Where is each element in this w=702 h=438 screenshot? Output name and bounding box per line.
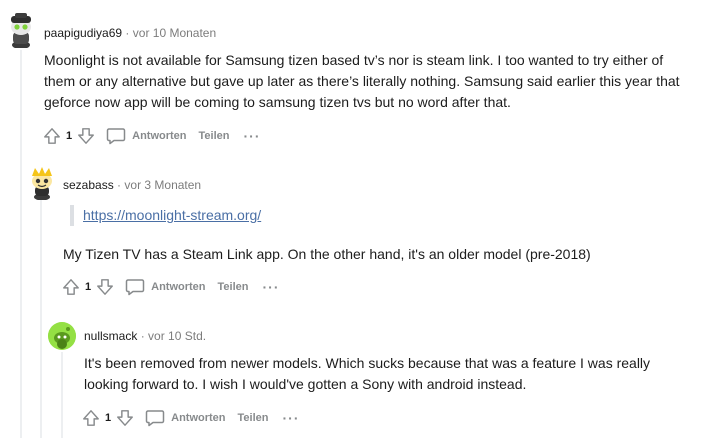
upvote-button[interactable] [42, 126, 62, 146]
comment-body: My Tizen TV has a Steam Link app. On the… [63, 246, 591, 262]
username[interactable]: sezabass [63, 178, 114, 192]
vote-score: 1 [85, 281, 92, 293]
avatar[interactable] [28, 166, 56, 200]
separator: · [117, 178, 122, 192]
snoo-avatar-icon [48, 322, 76, 350]
comment-body: It's been removed from newer models. Whi… [84, 355, 651, 392]
comment-actions: 1 Antworten Teilen ··· [61, 275, 280, 299]
upvote-arrow-icon [83, 410, 99, 426]
separator: · [140, 329, 145, 343]
comment-meta: sezabass · vor 3 Monaten [63, 178, 201, 192]
username[interactable]: paapigudiya69 [44, 26, 122, 40]
upvote-button[interactable] [61, 277, 81, 297]
blockquote: https://moonlight-stream.org/ [70, 205, 261, 226]
reply-button[interactable]: Antworten [106, 127, 187, 145]
reply-label: Antworten [132, 130, 187, 142]
share-button[interactable]: Teilen [218, 281, 249, 293]
comment-bubble-icon [125, 279, 145, 296]
thread-line-level-3[interactable] [61, 352, 63, 438]
upvote-arrow-icon [44, 128, 60, 144]
more-dots-icon: ··· [282, 410, 300, 426]
snoo-avatar-icon [32, 167, 52, 200]
snoo-avatar-icon [11, 13, 31, 48]
comment-meta: paapigudiya69 · vor 10 Monaten [44, 26, 216, 40]
comment-meta: nullsmack · vor 10 Std. [84, 329, 206, 343]
share-button[interactable]: Teilen [238, 412, 269, 424]
downvote-arrow-icon [78, 128, 95, 144]
downvote-button[interactable] [76, 126, 96, 146]
share-label: Teilen [237, 412, 269, 424]
vote-score: 1 [66, 130, 73, 142]
downvote-arrow-icon [97, 279, 114, 295]
downvote-button[interactable] [115, 408, 135, 428]
more-options-button[interactable]: ··· [243, 128, 261, 144]
upvote-button[interactable] [81, 408, 101, 428]
share-label: Teilen [217, 281, 249, 293]
timestamp[interactable]: vor 10 Monaten [133, 26, 216, 40]
more-options-button[interactable]: ··· [262, 279, 280, 295]
vote-score: 1 [105, 412, 112, 424]
reply-label: Antworten [151, 281, 206, 293]
more-dots-icon: ··· [243, 128, 261, 144]
comment-body: Moonlight is not available for Samsung t… [44, 52, 680, 110]
separator: · [125, 26, 130, 40]
downvote-arrow-icon [117, 410, 134, 426]
moonlight-link[interactable]: https://moonlight-stream.org/ [83, 207, 261, 223]
upvote-arrow-icon [63, 279, 79, 295]
reply-button[interactable]: Antworten [145, 409, 226, 427]
thread-line-level-2[interactable] [40, 200, 42, 438]
comment-bubble-icon [145, 410, 165, 427]
reply-button[interactable]: Antworten [125, 278, 206, 296]
timestamp[interactable]: vor 3 Monaten [124, 178, 201, 192]
username[interactable]: nullsmack [84, 329, 137, 343]
more-dots-icon: ··· [262, 279, 280, 295]
comment-actions: 1 Antworten Teilen ··· [81, 406, 300, 430]
downvote-button[interactable] [95, 277, 115, 297]
comment-actions: 1 Antworten Teilen ··· [42, 124, 261, 148]
comment-bubble-icon [106, 128, 126, 145]
avatar[interactable] [6, 12, 36, 48]
share-label: Teilen [198, 130, 230, 142]
avatar[interactable] [48, 322, 76, 350]
more-options-button[interactable]: ··· [282, 410, 300, 426]
reply-label: Antworten [171, 412, 226, 424]
share-button[interactable]: Teilen [199, 130, 230, 142]
thread-line-level-1[interactable] [20, 50, 22, 438]
timestamp[interactable]: vor 10 Std. [148, 329, 206, 343]
